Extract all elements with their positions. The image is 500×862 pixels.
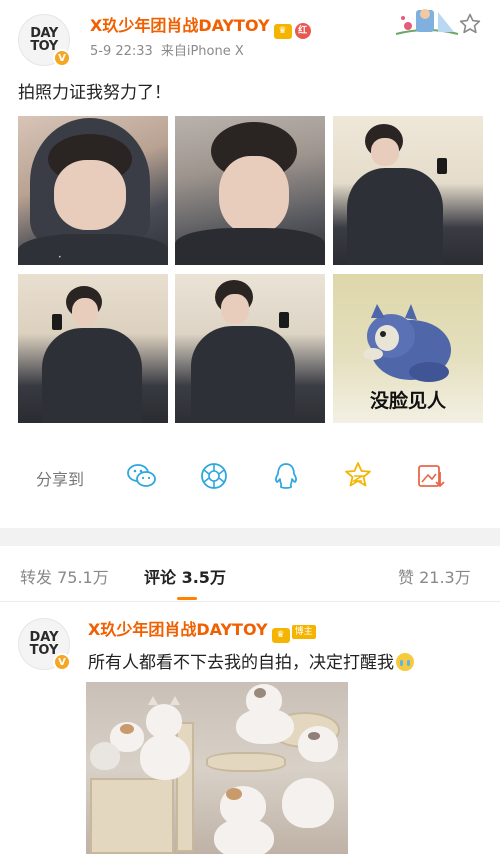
comment-username-text[interactable]: X玖少年团肖战DAYTOY: [88, 620, 268, 639]
comment-count: 3.5万: [181, 568, 226, 587]
comment-verified-badge-icon: V: [53, 653, 71, 671]
section-separator: [0, 528, 500, 546]
post-meta: 5-9 22:33 来自iPhone X: [90, 40, 244, 59]
favorite-star-icon[interactable]: [458, 12, 482, 36]
comment-crown-icon: ♛: [271, 628, 290, 643]
share-label: 分享到: [36, 470, 85, 489]
comment-avatar-logo: DAY TOY: [29, 631, 58, 657]
avatar-logo: DAY TOY: [30, 27, 58, 53]
comment-avatar[interactable]: DAY TOY V: [18, 618, 71, 671]
photo-tom-cat-meme[interactable]: 没脸见人: [333, 274, 483, 423]
avatar[interactable]: DAY TOY V: [18, 14, 71, 67]
crying-face-icon: [396, 653, 414, 671]
stats-tabs: 转发 75.1万 评论 3.5万 赞 21.3万: [0, 546, 500, 602]
member-crown-icon: ♛: [273, 24, 292, 39]
comment-photo-cats[interactable]: [86, 682, 348, 854]
meme-caption: 没脸见人: [369, 390, 446, 412]
qzone-icon[interactable]: [340, 458, 376, 494]
comment-avatar-logo-line2: TOY: [29, 643, 59, 658]
post-date: 5-9 22:33: [90, 44, 153, 59]
weibo-post: DAY TOY V X玖少年团肖战DAYTOY ♛ 红 5-9 22:33 来自iPh…: [0, 0, 500, 528]
avatar-logo-line2: TOY: [30, 39, 58, 54]
save-image-icon[interactable]: [412, 458, 448, 494]
like-count: 21.3万: [419, 568, 471, 587]
photo-closeup-selfie[interactable]: [175, 116, 325, 265]
share-bar: 分享到: [0, 450, 500, 506]
photo-hooded-selfie[interactable]: •: [18, 116, 168, 265]
username-text[interactable]: X玖少年团肖战DAYTOY: [90, 16, 270, 35]
tab-comment[interactable]: 评论 3.5万: [144, 564, 226, 588]
qq-icon[interactable]: [268, 458, 304, 494]
verified-badge-icon: V: [53, 49, 71, 67]
tab-repost[interactable]: 转发 75.1万: [20, 564, 109, 588]
image-grid: • 没脸见人: [18, 116, 483, 424]
comment-text-content: 所有人都看不下去我的自拍，决定打醒我: [88, 653, 394, 673]
active-tab-indicator: [177, 597, 197, 600]
comment-item: DAY TOY V X玖少年团肖战DAYTOY ♛ 博主 所有人都看不下去我的自拍，…: [0, 602, 500, 862]
photo-mirror-selfie-couch[interactable]: [175, 274, 325, 423]
comment-text: 所有人都看不下去我的自拍，决定打醒我: [88, 648, 414, 673]
wechat-icon[interactable]: [124, 458, 160, 494]
photo-mirror-selfie-sitting[interactable]: [333, 116, 483, 265]
post-text: 拍照力证我努力了！: [18, 83, 171, 103]
card-decoration-icon: [395, 9, 459, 35]
repost-count: 75.1万: [57, 568, 109, 587]
repost-label: 转发: [20, 568, 53, 587]
comment-label: 评论: [144, 568, 177, 587]
post-username[interactable]: X玖少年团肖战DAYTOY ♛ 红: [90, 12, 311, 39]
author-badge: 博主: [291, 625, 316, 639]
post-source: 来自iPhone X: [160, 44, 244, 59]
comment-username[interactable]: X玖少年团肖战DAYTOY ♛ 博主: [88, 616, 316, 643]
tab-like[interactable]: 赞 21.3万: [398, 564, 471, 588]
photo-mirror-selfie-phone[interactable]: [18, 274, 168, 423]
moments-icon[interactable]: [196, 458, 232, 494]
like-label: 赞: [398, 568, 415, 587]
red-badge-icon: 红: [294, 23, 311, 39]
